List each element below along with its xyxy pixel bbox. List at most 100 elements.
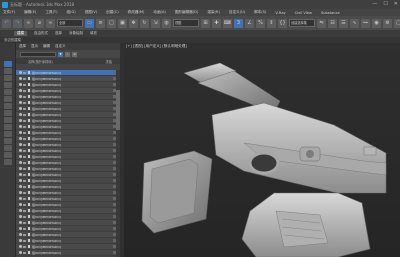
eye-icon[interactable]	[19, 173, 22, 176]
render-toggle-icon[interactable]	[23, 131, 26, 134]
display-cameras-icon[interactable]	[4, 89, 12, 95]
scene-menu-item-3[interactable]: 自定义	[55, 44, 66, 49]
selection-filter[interactable]: 全部	[57, 19, 83, 27]
layer-manager-icon[interactable]: ☰	[339, 18, 348, 28]
render-toggle-icon[interactable]	[23, 143, 26, 146]
render-toggle-icon[interactable]	[23, 227, 26, 230]
hierarchy-icon[interactable]: ≡	[72, 51, 77, 57]
ribbon-tab-0[interactable]: 建模	[14, 31, 27, 36]
display-geometry-icon[interactable]	[4, 68, 12, 74]
eye-icon[interactable]	[19, 125, 22, 128]
unlink-icon[interactable]: ⌀	[35, 18, 44, 28]
scene-menu-item-2[interactable]: 编辑	[43, 44, 50, 49]
redo-icon[interactable]: ↷	[13, 18, 22, 28]
display-bones-icon[interactable]	[4, 124, 12, 130]
eye-icon[interactable]	[19, 71, 22, 74]
angle-snap-icon[interactable]: ∠	[245, 18, 254, 28]
render-toggle-icon[interactable]	[23, 179, 26, 182]
render-toggle-icon[interactable]	[23, 173, 26, 176]
eye-icon[interactable]	[19, 83, 22, 86]
material-editor-icon[interactable]: ◉	[372, 18, 381, 28]
render-toggle-icon[interactable]	[23, 77, 26, 80]
minimize-icon[interactable]: —	[372, 1, 377, 7]
eye-icon[interactable]	[19, 119, 22, 122]
render-toggle-icon[interactable]	[23, 83, 26, 86]
render-toggle-icon[interactable]	[23, 125, 26, 128]
render-toggle-icon[interactable]	[23, 89, 26, 92]
render-toggle-icon[interactable]	[23, 209, 26, 212]
render-toggle-icon[interactable]	[23, 119, 26, 122]
schematic-view-icon[interactable]: ⊶	[361, 18, 370, 28]
display-none-icon[interactable]	[4, 61, 12, 67]
render-toggle-icon[interactable]	[23, 95, 26, 98]
eye-icon[interactable]	[19, 137, 22, 140]
render-toggle-icon[interactable]	[23, 161, 26, 164]
ribbon-tab-4[interactable]: 填充	[90, 31, 97, 36]
eye-icon[interactable]	[19, 233, 22, 236]
eye-icon[interactable]	[19, 143, 22, 146]
menu-item-2[interactable]: 工具(T)	[45, 10, 57, 15]
filter-icon[interactable]: ▼	[58, 51, 63, 57]
menu-item-5[interactable]: 创建(C)	[106, 10, 119, 15]
render-toggle-icon[interactable]	[23, 113, 26, 116]
render-toggle-icon[interactable]	[23, 197, 26, 200]
render-toggle-icon[interactable]	[23, 239, 26, 242]
display-invert-icon[interactable]	[4, 159, 12, 165]
eye-icon[interactable]	[19, 95, 22, 98]
menu-item-10[interactable]: 自定义(U)	[229, 10, 245, 15]
ribbon-tab-2[interactable]: 选择	[55, 31, 62, 36]
window-crossing-icon[interactable]: ▣	[118, 18, 127, 28]
menu-item-8[interactable]: 图形编辑器(D)	[175, 10, 199, 15]
keyboard-shortcut-icon[interactable]: ⌨	[223, 18, 232, 28]
render-toggle-icon[interactable]	[23, 251, 26, 254]
eye-icon[interactable]	[19, 209, 22, 212]
display-spacewarps-icon[interactable]	[4, 103, 12, 109]
rect-selection-icon[interactable]: □	[107, 18, 116, 28]
eye-icon[interactable]	[19, 149, 22, 152]
render-toggle-icon[interactable]	[23, 137, 26, 140]
spinner-snap-icon[interactable]: ⇕	[267, 18, 276, 28]
move-icon[interactable]: ✥	[129, 18, 138, 28]
render-toggle-icon[interactable]	[23, 149, 26, 152]
eye-icon[interactable]	[19, 131, 22, 134]
display-xrefs-icon[interactable]	[4, 117, 12, 123]
menu-item-0[interactable]: 文件(F)	[3, 10, 15, 15]
render-toggle-icon[interactable]	[23, 233, 26, 236]
menu-item-6[interactable]: 修改器(M)	[128, 10, 145, 15]
find-icon[interactable]: ⌕	[65, 51, 70, 57]
eye-icon[interactable]	[19, 101, 22, 104]
undo-icon[interactable]: ↶	[2, 18, 11, 28]
render-toggle-icon[interactable]	[23, 221, 26, 224]
perspective-viewport[interactable]: [+] [透视] [用户定义] [默认明暗处理]	[124, 43, 400, 257]
render-toggle-icon[interactable]	[23, 245, 26, 248]
eye-icon[interactable]	[19, 245, 22, 248]
snap-toggle-icon[interactable]: 3	[234, 18, 243, 28]
eye-icon[interactable]	[19, 167, 22, 170]
pivot-center-icon[interactable]: ⊞	[201, 18, 210, 28]
placement-icon[interactable]: ◍	[162, 18, 171, 28]
align-icon[interactable]: ⊟	[328, 18, 337, 28]
scale-icon[interactable]: ⇲	[151, 18, 160, 28]
scene-object-row[interactable]: 组003[IMPORTADO]	[16, 250, 120, 256]
menu-item-12[interactable]: V-Ray	[275, 11, 285, 15]
scene-menu-item-0[interactable]: 选择	[19, 44, 26, 49]
eye-icon[interactable]	[19, 161, 22, 164]
render-toggle-icon[interactable]	[23, 101, 26, 104]
display-helpers-icon[interactable]	[4, 96, 12, 102]
eye-icon[interactable]	[19, 155, 22, 158]
menu-item-7[interactable]: 动画(A)	[153, 10, 165, 15]
render-toggle-icon[interactable]	[23, 107, 26, 110]
render-toggle-icon[interactable]	[23, 71, 26, 74]
eye-icon[interactable]	[19, 113, 22, 116]
eye-icon[interactable]	[19, 185, 22, 188]
eye-icon[interactable]	[19, 77, 22, 80]
percent-snap-icon[interactable]: %	[256, 18, 265, 28]
display-lights-icon[interactable]	[4, 82, 12, 88]
render-toggle-icon[interactable]	[23, 167, 26, 170]
menu-item-11[interactable]: 脚本(S)	[254, 10, 266, 15]
column-header[interactable]: 名称(按升序排序) 冻结	[16, 58, 120, 64]
eye-icon[interactable]	[19, 107, 22, 110]
menu-item-14[interactable]: Substance	[321, 11, 340, 15]
eye-icon[interactable]	[19, 227, 22, 230]
display-groups-icon[interactable]	[4, 110, 12, 116]
